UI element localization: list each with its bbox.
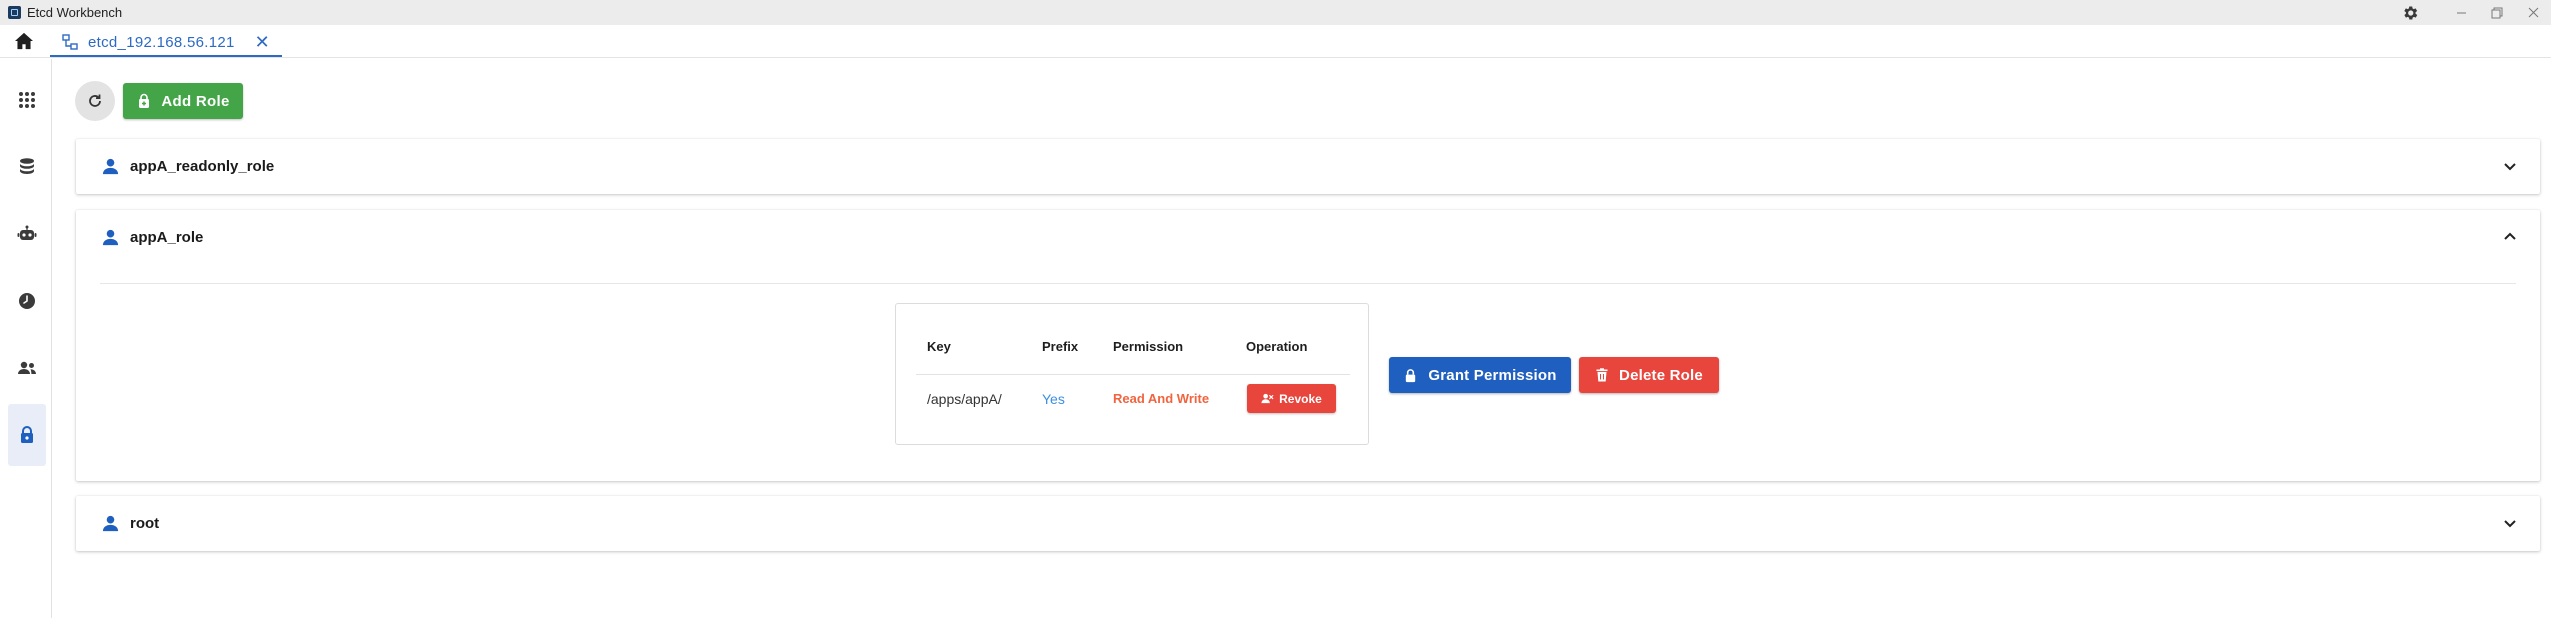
sidebar-item-roles[interactable] [8,404,46,466]
restore-icon [2491,7,2503,18]
chevron-down-icon[interactable] [2502,515,2518,531]
column-header-key: Key [927,339,951,354]
minimize-button[interactable] [2443,0,2479,25]
add-role-label: Add Role [161,92,230,110]
users-icon [18,361,36,374]
grant-permission-label: Grant Permission [1428,366,1557,384]
window-title: Etcd Workbench [27,5,123,20]
cell-prefix: Yes [1042,391,1065,407]
person-icon [102,158,119,175]
refresh-icon [89,94,101,107]
user-remove-icon [1261,393,1274,404]
person-icon [102,229,119,246]
tab-close-icon[interactable]: ✕ [255,33,270,51]
settings-gear-icon[interactable] [2401,4,2419,22]
add-role-button[interactable]: Add Role [123,83,243,119]
role-name: appA_readonly_role [130,158,275,175]
database-icon [20,158,34,174]
column-header-prefix: Prefix [1042,339,1079,354]
lock-icon [1406,368,1416,382]
sidebar-item-apps[interactable] [8,69,46,131]
permissions-table: Key Prefix Permission Operation /apps/ap… [895,303,1369,445]
clock-icon [19,293,35,309]
person-icon [102,515,119,532]
delete-role-label: Delete Role [1619,366,1703,384]
column-header-permission: Permission [1113,339,1184,354]
cell-key: /apps/appA/ [927,391,1002,407]
roles-toolbar: Add Role [75,81,243,121]
role-name: appA_role [130,229,204,246]
close-icon [2528,7,2538,18]
refresh-button[interactable] [75,81,115,121]
chevron-up-icon[interactable] [2502,229,2518,245]
sidebar-item-cluster[interactable] [8,203,46,265]
role-panel-header[interactable]: root [76,496,2540,551]
tab-label: etcd_192.168.56.121 [88,33,235,51]
sidebar-item-keys[interactable] [8,136,46,198]
trash-icon [1596,368,1608,382]
app-logo-icon [8,6,21,19]
robot-icon [17,225,37,240]
tab-connection[interactable]: etcd_192.168.56.121 ✕ [50,29,282,57]
table-row-divider [916,374,1350,375]
sidebar [0,59,52,618]
role-panel-root: root [76,496,2540,551]
tab-bar: etcd_192.168.56.121 ✕ [0,25,2551,58]
restore-button[interactable] [2479,0,2515,25]
role-panel-appA-role: appA_role Key Prefix Permission Operatio… [76,210,2540,481]
sidebar-item-leases[interactable] [8,270,46,332]
window-controls [2401,0,2551,25]
cell-permission: Read And Write [1113,391,1210,406]
delete-role-button[interactable]: Delete Role [1579,357,1719,393]
apps-grid-icon [19,92,35,108]
lock-plus-icon [139,93,150,108]
close-window-button[interactable] [2515,0,2551,25]
revoke-label: Revoke [1279,391,1322,406]
revoke-button[interactable]: Revoke [1247,384,1336,413]
role-panel-appA-readonly-role: appA_readonly_role [76,139,2540,194]
role-name: root [130,515,160,532]
minimize-icon [2456,12,2466,14]
sidebar-item-users[interactable] [8,337,46,399]
role-panel-header[interactable]: appA_readonly_role [76,139,2540,194]
column-header-operation: Operation [1246,339,1308,354]
title-bar: Etcd Workbench [0,0,2551,25]
chevron-down-icon[interactable] [2502,158,2518,174]
grant-permission-button[interactable]: Grant Permission [1389,357,1571,393]
role-panel-header[interactable]: appA_role [76,210,2540,265]
lock-icon [21,426,33,443]
panel-divider [100,283,2516,284]
network-icon [62,34,78,50]
home-icon[interactable] [14,32,34,50]
